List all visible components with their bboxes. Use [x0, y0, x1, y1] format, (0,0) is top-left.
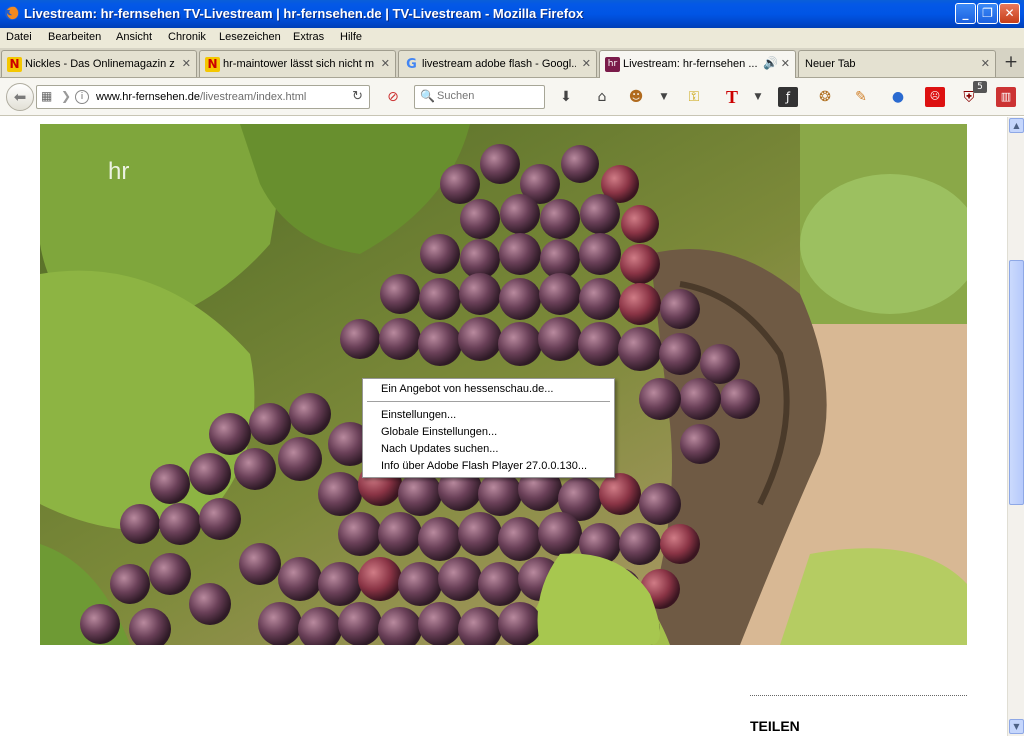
maximize-button[interactable]: ❐ — [977, 3, 998, 24]
vertical-scrollbar[interactable]: ▲ ▼ — [1007, 117, 1024, 736]
chevron-down-icon[interactable]: ▼ — [748, 87, 768, 107]
key-icon[interactable]: ⚿ — [684, 87, 704, 107]
tab-new-tab[interactable]: Neuer Tab ✕ — [798, 50, 996, 77]
tab-label: livestream adobe flash - Googl... — [422, 58, 576, 70]
menu-separator — [367, 401, 610, 402]
google-favicon-icon: G — [406, 57, 417, 72]
close-tab-icon[interactable]: ✕ — [981, 57, 990, 70]
scroll-down-button[interactable]: ▼ — [1009, 719, 1024, 734]
blocker-icon[interactable]: ⊘ — [383, 87, 403, 107]
menu-bearbeiten[interactable]: Bearbeiten — [48, 31, 101, 43]
tab-label: Livestream: hr-fernsehen ... — [623, 58, 758, 70]
flash-icon[interactable]: ƒ — [778, 87, 798, 107]
tab-label: hr-maintower lässt sich nicht m... — [223, 58, 375, 70]
text-tool-icon[interactable]: T — [722, 87, 742, 107]
menu-datei[interactable]: Datei — [6, 31, 32, 43]
window-title: Livestream: hr-fernsehen TV-Livestream |… — [24, 6, 584, 21]
close-tab-icon[interactable]: ✕ — [182, 57, 191, 70]
tab-hr-maintower[interactable]: N hr-maintower lässt sich nicht m... ✕ — [199, 50, 396, 77]
menu-ansicht[interactable]: Ansicht — [116, 31, 152, 43]
menu-item-about-flash[interactable]: Info über Adobe Flash Player 27.0.0.130.… — [381, 460, 587, 472]
url-host: www.hr-fernsehen.de — [96, 91, 200, 103]
menu-item-check-updates[interactable]: Nach Updates suchen... — [381, 443, 498, 455]
url-text[interactable]: www.hr-fernsehen.de/livestream/index.htm… — [96, 91, 306, 103]
dropdown-icon[interactable]: ❯ — [61, 89, 71, 103]
hr-logo: hr — [108, 158, 130, 185]
addon-grid-icon[interactable]: ▥ — [996, 87, 1016, 107]
nickles-favicon-icon: N — [7, 57, 22, 72]
reload-icon[interactable]: ↻ — [352, 89, 363, 104]
cookie-icon[interactable]: ❂ — [815, 87, 835, 107]
url-bar[interactable]: ▦ ❯ i www.hr-fernsehen.de/livestream/ind… — [36, 85, 370, 109]
colors-icon[interactable]: ● — [888, 87, 908, 107]
back-arrow-icon: ⬅ — [13, 88, 27, 106]
minimize-button[interactable]: _ — [955, 3, 976, 24]
scroll-thumb[interactable] — [1009, 260, 1024, 505]
new-tab-button[interactable]: + — [1001, 52, 1021, 74]
close-tab-icon[interactable]: ✕ — [582, 57, 591, 70]
menu-chronik[interactable]: Chronik — [168, 31, 206, 43]
tab-label: Nickles - Das Onlinemagazin zu... — [25, 58, 175, 70]
menu-item-settings[interactable]: Einstellungen... — [381, 409, 456, 421]
hr-favicon-icon: hr — [605, 57, 620, 72]
flash-context-menu: Ein Angebot von hessenschau.de... Einste… — [362, 378, 615, 478]
download-icon[interactable]: ⬇ — [556, 87, 576, 107]
tab-google-search[interactable]: G livestream adobe flash - Googl... ✕ — [398, 50, 597, 77]
tab-nickles[interactable]: N Nickles - Das Onlinemagazin zu... ✕ — [1, 50, 197, 77]
info-icon[interactable]: i — [75, 90, 89, 104]
menu-bar: Datei Bearbeiten Ansicht Chronik Lesezei… — [0, 28, 1024, 48]
speaker-icon[interactable]: 🔊 — [763, 56, 778, 70]
tab-livestream-active[interactable]: hr Livestream: hr-fernsehen ... 🔊 ✕ — [599, 50, 796, 79]
menu-item-offer[interactable]: Ein Angebot von hessenschau.de... — [381, 383, 553, 395]
url-path: /livestream/index.html — [199, 91, 307, 103]
home-icon[interactable]: ⌂ — [592, 87, 612, 107]
share-heading: TEILEN — [750, 718, 800, 734]
smiley-icon[interactable]: ☻ — [626, 87, 646, 107]
menu-lesezeichen[interactable]: Lesezeichen — [219, 31, 281, 43]
tab-strip: N Nickles - Das Onlinemagazin zu... ✕ N … — [0, 48, 1024, 79]
menu-extras[interactable]: Extras — [293, 31, 324, 43]
search-input[interactable] — [437, 90, 537, 102]
ublock-count-badge: 5 — [973, 81, 987, 93]
page-icon: ▦ — [41, 89, 53, 103]
close-button[interactable]: ✕ — [999, 3, 1020, 24]
nav-bar: ⬅ ▦ ❯ i www.hr-fernsehen.de/livestream/i… — [0, 78, 1024, 116]
search-bar[interactable]: 🔍 — [414, 85, 545, 109]
menu-item-global-settings[interactable]: Globale Einstellungen... — [381, 426, 497, 438]
search-icon: 🔍 — [420, 89, 435, 103]
tab-label: Neuer Tab — [805, 58, 856, 70]
close-tab-icon[interactable]: ✕ — [781, 57, 790, 70]
share-divider — [750, 695, 967, 696]
title-bar: Livestream: hr-fernsehen TV-Livestream |… — [0, 0, 1024, 28]
nickles-favicon-icon: N — [205, 57, 220, 72]
back-button[interactable]: ⬅ — [6, 83, 34, 111]
menu-hilfe[interactable]: Hilfe — [340, 31, 362, 43]
firefox-logo-icon — [5, 6, 19, 20]
chevron-down-icon[interactable]: ▼ — [654, 87, 674, 107]
addon-red-icon[interactable]: ☹ — [925, 87, 945, 107]
scroll-up-button[interactable]: ▲ — [1009, 118, 1024, 133]
brush-icon[interactable]: ✎ — [851, 87, 871, 107]
close-tab-icon[interactable]: ✕ — [381, 57, 390, 70]
